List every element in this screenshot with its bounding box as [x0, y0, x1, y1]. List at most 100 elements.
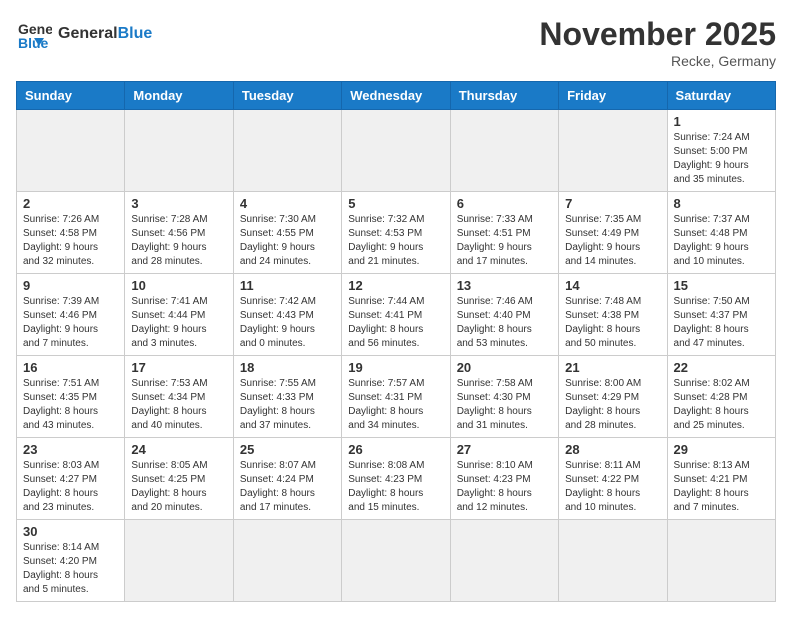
- day-info: Sunrise: 7:37 AM Sunset: 4:48 PM Dayligh…: [674, 213, 769, 269]
- logo-general-text: General: [58, 25, 118, 42]
- calendar-day-cell: 21Sunrise: 8:00 AM Sunset: 4:29 PM Dayli…: [559, 356, 667, 438]
- day-info: Sunrise: 8:10 AM Sunset: 4:23 PM Dayligh…: [457, 459, 552, 515]
- calendar-day-cell: 20 Sunrise: 7:58 AM Sunset: 4:30 PM Dayli…: [450, 356, 558, 438]
- page-header: General Blue GeneralBlue November 2025 R…: [16, 16, 776, 69]
- day-number: 11: [240, 278, 335, 293]
- day-number: 18: [240, 360, 335, 375]
- day-number: 20: [457, 360, 552, 375]
- day-number: 9: [23, 278, 118, 293]
- weekday-header: Saturday: [667, 82, 775, 110]
- day-info: Sunrise: 7:44 AM Sunset: 4:41 PM Dayligh…: [348, 295, 443, 351]
- day-number: 10: [131, 278, 226, 293]
- calendar-day-cell: 8 Sunrise: 7:37 AM Sunset: 4:48 PM Daylig…: [667, 192, 775, 274]
- day-info: Sunrise: 7:30 AM Sunset: 4:55 PM Dayligh…: [240, 213, 335, 269]
- calendar-day-cell: 22Sunrise: 8:02 AM Sunset: 4:28 PM Dayli…: [667, 356, 775, 438]
- calendar-table: SundayMondayTuesdayWednesdayThursdayFrid…: [16, 81, 776, 602]
- day-info: Sunrise: 7:26 AM Sunset: 4:58 PM Dayligh…: [23, 213, 118, 269]
- day-number: 1: [674, 114, 769, 129]
- day-number: 5: [348, 196, 443, 211]
- day-number: 28: [565, 442, 660, 457]
- calendar-day-cell: 25Sunrise: 8:07 AM Sunset: 4:24 PM Dayli…: [233, 438, 341, 520]
- day-info: Sunrise: 8:00 AM Sunset: 4:29 PM Dayligh…: [565, 377, 660, 433]
- logo-blue-text: Blue: [118, 25, 153, 42]
- calendar-day-cell: 26Sunrise: 8:08 AM Sunset: 4:23 PM Dayli…: [342, 438, 450, 520]
- day-info: Sunrise: 7:28 AM Sunset: 4:56 PM Dayligh…: [131, 213, 226, 269]
- calendar-day-cell: 9 Sunrise: 7:39 AM Sunset: 4:46 PM Daylig…: [17, 274, 125, 356]
- calendar-week-row: 1Sunrise: 7:24 AM Sunset: 5:00 PM Daylig…: [17, 110, 776, 192]
- calendar-day-cell: [233, 110, 341, 192]
- weekday-header: Thursday: [450, 82, 558, 110]
- calendar-day-cell: 7 Sunrise: 7:35 AM Sunset: 4:49 PM Daylig…: [559, 192, 667, 274]
- calendar-week-row: 16Sunrise: 7:51 AM Sunset: 4:35 PM Dayli…: [17, 356, 776, 438]
- day-info: Sunrise: 7:50 AM Sunset: 4:37 PM Dayligh…: [674, 295, 769, 351]
- day-number: 27: [457, 442, 552, 457]
- location-title: Recke, Germany: [539, 53, 776, 69]
- calendar-day-cell: 14Sunrise: 7:48 AM Sunset: 4:38 PM Dayli…: [559, 274, 667, 356]
- calendar-day-cell: 4Sunrise: 7:30 AM Sunset: 4:55 PM Daylig…: [233, 192, 341, 274]
- calendar-day-cell: 19Sunrise: 7:57 AM Sunset: 4:31 PM Dayli…: [342, 356, 450, 438]
- calendar-day-cell: 1Sunrise: 7:24 AM Sunset: 5:00 PM Daylig…: [667, 110, 775, 192]
- day-number: 8: [674, 196, 769, 211]
- day-info: Sunrise: 7:41 AM Sunset: 4:44 PM Dayligh…: [131, 295, 226, 351]
- day-number: 25: [240, 442, 335, 457]
- weekday-header: Tuesday: [233, 82, 341, 110]
- month-title: November 2025: [539, 16, 776, 53]
- day-info: Sunrise: 7:35 AM Sunset: 4:49 PM Dayligh…: [565, 213, 660, 269]
- day-info: Sunrise: 7:32 AM Sunset: 4:53 PM Dayligh…: [348, 213, 443, 269]
- calendar-day-cell: 29Sunrise: 8:13 AM Sunset: 4:21 PM Dayli…: [667, 438, 775, 520]
- day-number: 19: [348, 360, 443, 375]
- day-info: Sunrise: 8:03 AM Sunset: 4:27 PM Dayligh…: [23, 459, 118, 515]
- calendar-day-cell: 3 Sunrise: 7:28 AM Sunset: 4:56 PM Daylig…: [125, 192, 233, 274]
- calendar-day-cell: 16Sunrise: 7:51 AM Sunset: 4:35 PM Dayli…: [17, 356, 125, 438]
- calendar-day-cell: 6Sunrise: 7:33 AM Sunset: 4:51 PM Daylig…: [450, 192, 558, 274]
- day-info: Sunrise: 7:48 AM Sunset: 4:38 PM Dayligh…: [565, 295, 660, 351]
- day-number: 3: [131, 196, 226, 211]
- calendar-week-row: 2Sunrise: 7:26 AM Sunset: 4:58 PM Daylig…: [17, 192, 776, 274]
- day-number: 24: [131, 442, 226, 457]
- day-number: 13: [457, 278, 552, 293]
- calendar-day-cell: [125, 110, 233, 192]
- calendar-day-cell: 18 Sunrise: 7:55 AM Sunset: 4:33 PM Dayli…: [233, 356, 341, 438]
- calendar-day-cell: [17, 110, 125, 192]
- calendar-day-cell: 15Sunrise: 7:50 AM Sunset: 4:37 PM Dayli…: [667, 274, 775, 356]
- calendar-day-cell: [125, 520, 233, 602]
- calendar-day-cell: [450, 520, 558, 602]
- calendar-week-row: 30 Sunrise: 8:14 AM Sunset: 4:20 PM Dayli…: [17, 520, 776, 602]
- day-number: 17: [131, 360, 226, 375]
- weekday-header: Wednesday: [342, 82, 450, 110]
- day-info: Sunrise: 7:58 AM Sunset: 4:30 PM Dayligh…: [457, 377, 552, 433]
- calendar-header-row: SundayMondayTuesdayWednesdayThursdayFrid…: [17, 82, 776, 110]
- calendar-day-cell: 27 Sunrise: 8:10 AM Sunset: 4:23 PM Dayli…: [450, 438, 558, 520]
- day-number: 22: [674, 360, 769, 375]
- day-info: Sunrise: 7:39 AM Sunset: 4:46 PM Dayligh…: [23, 295, 118, 351]
- day-info: Sunrise: 8:11 AM Sunset: 4:22 PM Dayligh…: [565, 459, 660, 515]
- logo-icon: General Blue: [16, 16, 52, 52]
- day-number: 12: [348, 278, 443, 293]
- calendar-day-cell: [667, 520, 775, 602]
- calendar-day-cell: 30 Sunrise: 8:14 AM Sunset: 4:20 PM Dayli…: [17, 520, 125, 602]
- calendar-day-cell: [559, 110, 667, 192]
- calendar-day-cell: 23 Sunrise: 8:03 AM Sunset: 4:27 PM Dayli…: [17, 438, 125, 520]
- day-number: 7: [565, 196, 660, 211]
- day-number: 23: [23, 442, 118, 457]
- day-info: Sunrise: 8:13 AM Sunset: 4:21 PM Dayligh…: [674, 459, 769, 515]
- day-info: Sunrise: 8:14 AM Sunset: 4:20 PM Dayligh…: [23, 541, 118, 597]
- calendar-day-cell: [450, 110, 558, 192]
- calendar-day-cell: [342, 110, 450, 192]
- calendar-day-cell: 24 Sunrise: 8:05 AM Sunset: 4:25 PM Dayli…: [125, 438, 233, 520]
- svg-text:Blue: Blue: [18, 35, 49, 51]
- calendar-week-row: 9 Sunrise: 7:39 AM Sunset: 4:46 PM Daylig…: [17, 274, 776, 356]
- day-info: Sunrise: 8:05 AM Sunset: 4:25 PM Dayligh…: [131, 459, 226, 515]
- calendar-day-cell: 13Sunrise: 7:46 AM Sunset: 4:40 PM Dayli…: [450, 274, 558, 356]
- calendar-day-cell: 2Sunrise: 7:26 AM Sunset: 4:58 PM Daylig…: [17, 192, 125, 274]
- calendar-day-cell: [233, 520, 341, 602]
- day-number: 26: [348, 442, 443, 457]
- day-number: 16: [23, 360, 118, 375]
- day-number: 6: [457, 196, 552, 211]
- day-info: Sunrise: 7:42 AM Sunset: 4:43 PM Dayligh…: [240, 295, 335, 351]
- calendar-day-cell: [342, 520, 450, 602]
- calendar-day-cell: 28 Sunrise: 8:11 AM Sunset: 4:22 PM Dayli…: [559, 438, 667, 520]
- day-number: 30: [23, 524, 118, 539]
- calendar-day-cell: 12 Sunrise: 7:44 AM Sunset: 4:41 PM Dayli…: [342, 274, 450, 356]
- day-info: Sunrise: 7:55 AM Sunset: 4:33 PM Dayligh…: [240, 377, 335, 433]
